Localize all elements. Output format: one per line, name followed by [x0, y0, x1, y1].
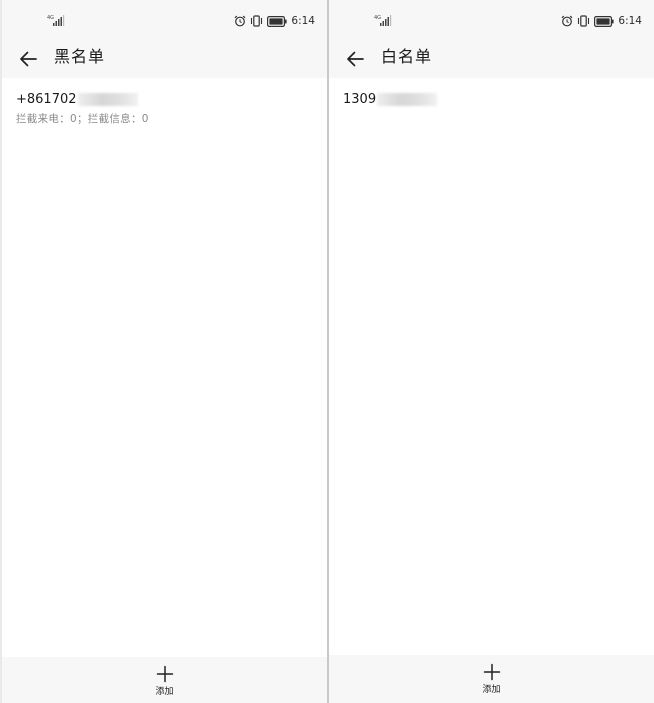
phone-number: +861702	[16, 90, 313, 108]
back-arrow-icon[interactable]	[16, 46, 42, 72]
battery-icon	[594, 15, 615, 27]
vibrate-icon	[578, 15, 590, 27]
blacklist-screen: 4G 6:14 黑名单 +861702 拦截来电：0；拦截信息：0 添加	[2, 0, 327, 703]
add-button-label: 添加	[482, 685, 501, 695]
alarm-icon	[234, 15, 246, 27]
status-icons: 6:14	[561, 14, 642, 28]
plus-icon	[156, 665, 173, 683]
status-bar: 4G 6:14	[329, 0, 654, 40]
page-title: 黑名单	[54, 47, 106, 66]
alarm-icon	[561, 15, 573, 27]
status-time: 6:14	[618, 15, 642, 27]
redacted-number-mask	[77, 92, 138, 106]
signal-icon: 4G	[47, 15, 65, 26]
whitelist-list: 1309	[329, 78, 654, 108]
network-label: 4G	[47, 15, 54, 21]
network-label: 4G	[374, 15, 381, 21]
app-bar: 白名单	[329, 40, 654, 78]
add-button[interactable]: 添加	[329, 655, 654, 703]
status-time: 6:14	[291, 15, 315, 27]
back-arrow-icon[interactable]	[343, 46, 369, 72]
whitelist-screen: 4G 6:14 白名单 1309 添加	[329, 0, 654, 703]
vibrate-icon	[251, 15, 263, 27]
phone-number-text: +861702	[16, 91, 77, 107]
list-item[interactable]: +861702 拦截来电：0；拦截信息：0	[2, 78, 327, 126]
plus-icon	[483, 663, 500, 681]
add-button-label: 添加	[155, 687, 174, 697]
blacklist-list: +861702 拦截来电：0；拦截信息：0	[2, 78, 327, 126]
phone-number-text: 1309	[343, 91, 377, 107]
app-bar: 黑名单	[2, 40, 327, 78]
block-stats: 拦截来电：0；拦截信息：0	[16, 113, 149, 125]
redacted-number-mask	[377, 92, 438, 106]
battery-icon	[267, 15, 288, 27]
list-item[interactable]: 1309	[329, 78, 654, 108]
status-icons: 6:14	[234, 14, 315, 28]
phone-number: 1309	[343, 90, 640, 108]
status-bar: 4G 6:14	[2, 0, 327, 40]
add-button[interactable]: 添加	[2, 657, 327, 703]
signal-icon: 4G	[374, 15, 392, 26]
page-title: 白名单	[381, 47, 433, 66]
